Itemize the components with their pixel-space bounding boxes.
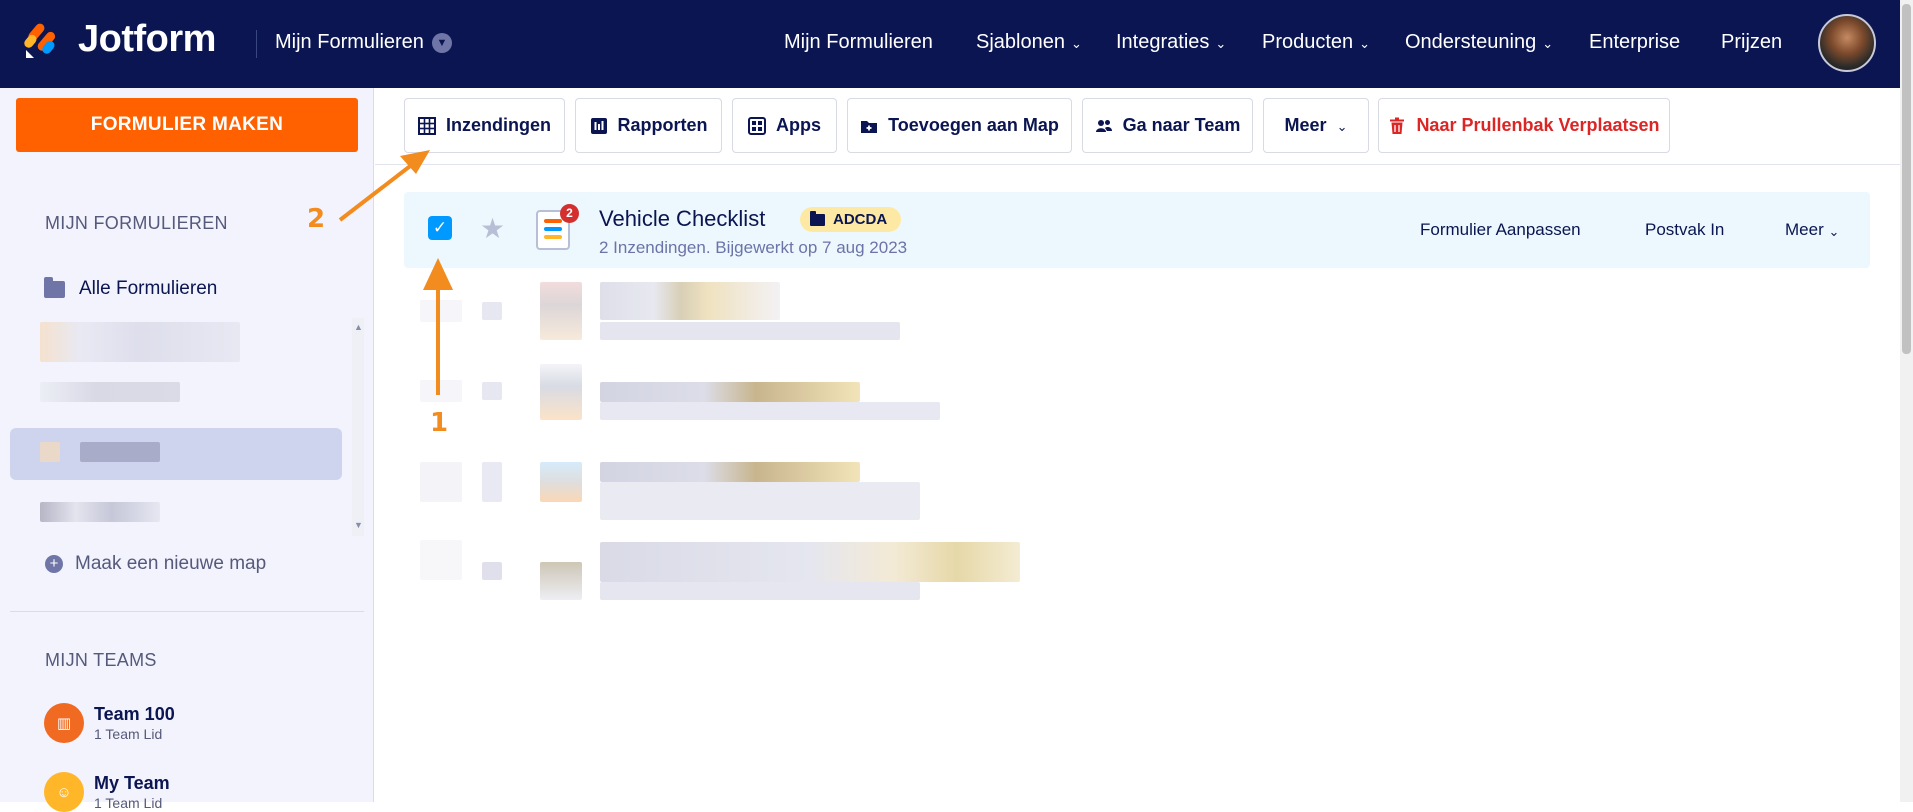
annotation-step-1: 1 <box>430 408 449 438</box>
annotation-overlay <box>338 150 453 395</box>
annotation-step-2: 2 <box>307 204 326 234</box>
annotation-arrow-2 <box>338 158 420 222</box>
arrow-head-icon <box>423 258 453 290</box>
